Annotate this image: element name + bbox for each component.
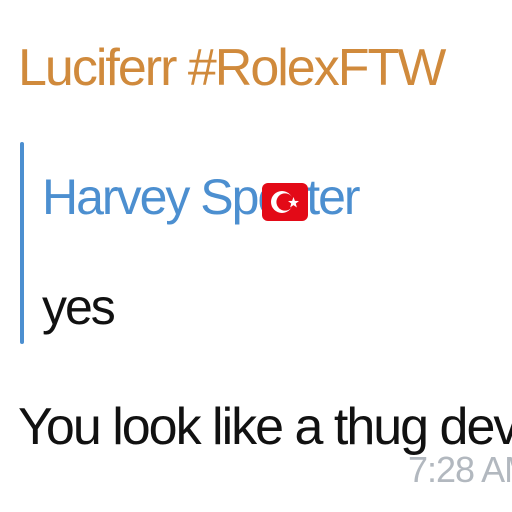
message-timestamp: 7:28 AM [408, 449, 512, 490]
reply-quote-bar [20, 142, 24, 344]
reply-quote[interactable]: Harvey Specter yes [20, 142, 460, 344]
chat-message: Luciferr #RolexFTW Harvey Specter yes Yo… [0, 0, 512, 512]
sender-name[interactable]: Luciferr #RolexFTW [18, 28, 446, 108]
turkey-flag-icon [262, 183, 308, 221]
reply-author-name: Harvey Specter [42, 169, 361, 225]
reply-quote-text: yes [42, 279, 116, 335]
